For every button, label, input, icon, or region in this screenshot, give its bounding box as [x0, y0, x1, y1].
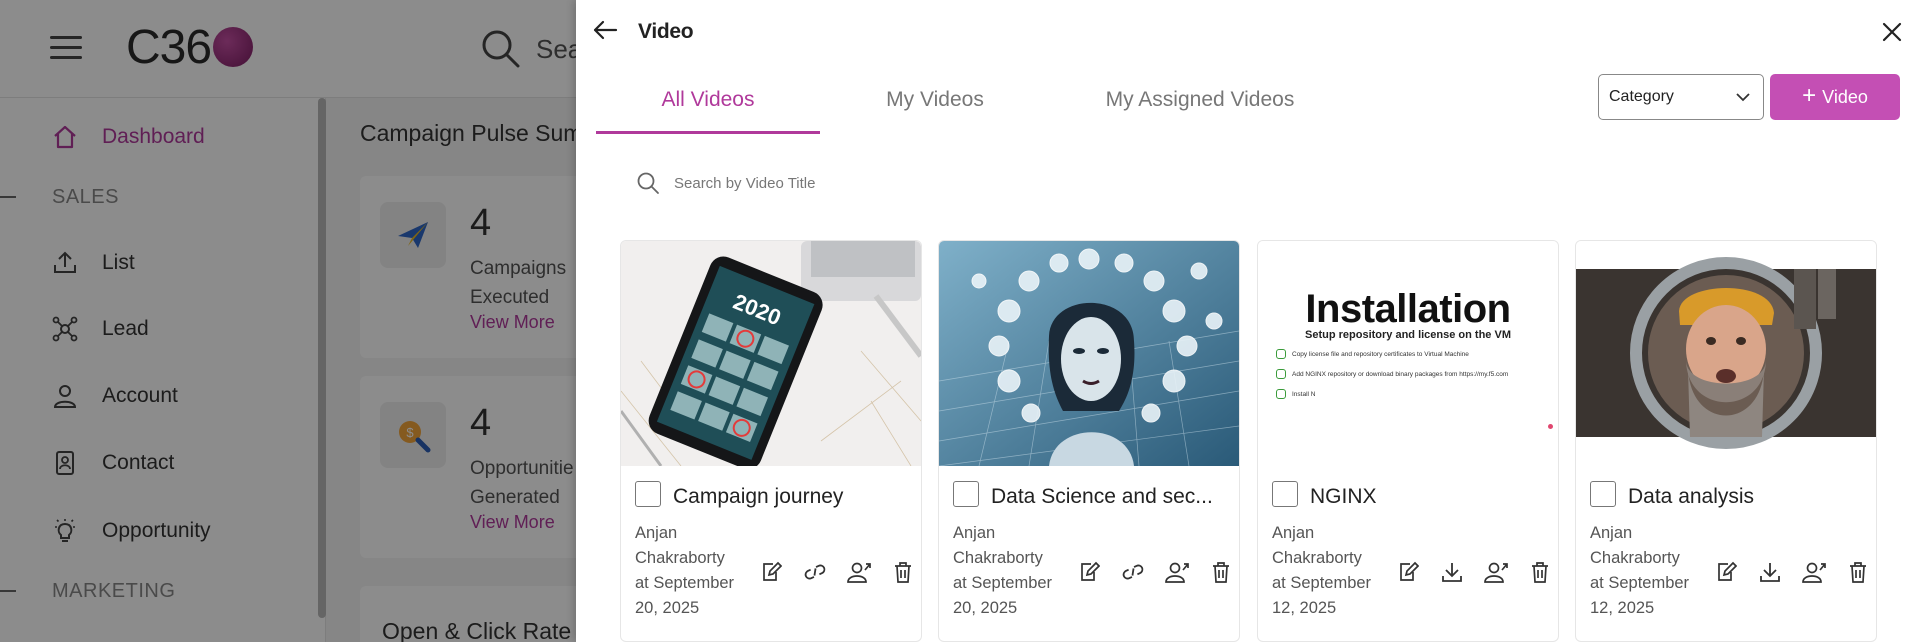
- assign-user-icon[interactable]: [1792, 559, 1836, 585]
- edit-icon[interactable]: [1386, 559, 1430, 585]
- category-select[interactable]: Category: [1598, 74, 1764, 120]
- video-select-checkbox[interactable]: [1272, 481, 1298, 507]
- slide-subtitle: Setup repository and license on the VM: [1305, 329, 1511, 341]
- video-search-input[interactable]: [674, 174, 1074, 192]
- slide-step: Install N: [1292, 391, 1316, 398]
- download-icon[interactable]: [1748, 559, 1792, 585]
- add-video-label: Video: [1822, 86, 1868, 107]
- delete-icon[interactable]: [1518, 559, 1558, 585]
- video-search: [636, 168, 1136, 198]
- video-select-checkbox[interactable]: [1590, 481, 1616, 507]
- modal-backdrop[interactable]: [0, 0, 576, 642]
- video-select-checkbox[interactable]: [953, 481, 979, 507]
- step-icon: [1276, 349, 1286, 359]
- tab-my-videos[interactable]: My Videos: [820, 78, 1050, 134]
- video-meta: Anjan Chakraborty at September 20, 2025: [953, 524, 1053, 617]
- slide-step: Add NGINX repository or download binary …: [1292, 371, 1509, 378]
- video-drawer: Video All Videos My Videos My Assigned V…: [576, 0, 1920, 642]
- add-video-button[interactable]: + Video: [1770, 74, 1900, 120]
- video-grid: 2020 Campaign journey Anjan Chakraborty …: [620, 240, 1880, 642]
- video-actions: [1067, 559, 1239, 585]
- video-thumbnail[interactable]: [1576, 241, 1876, 466]
- video-card[interactable]: 2020 Campaign journey Anjan Chakraborty …: [620, 240, 922, 642]
- slide-dot: [1548, 424, 1553, 429]
- video-actions: [749, 559, 921, 585]
- slide-title: Installation: [1305, 287, 1511, 331]
- step-icon: [1276, 369, 1286, 379]
- video-meta: Anjan Chakraborty at September 20, 2025: [635, 524, 735, 617]
- step-icon: [1276, 389, 1286, 399]
- download-icon[interactable]: [1430, 559, 1474, 585]
- link-icon[interactable]: [1111, 559, 1155, 585]
- install-slide: Installation Setup repository and licens…: [1258, 241, 1558, 466]
- video-tabs: All Videos My Videos My Assigned Videos: [596, 78, 1350, 134]
- link-icon[interactable]: [793, 559, 837, 585]
- video-title[interactable]: Data Science and sec...: [991, 485, 1227, 509]
- search-icon: [637, 172, 659, 194]
- video-title[interactable]: Campaign journey: [673, 485, 909, 509]
- assign-user-icon[interactable]: [837, 559, 881, 585]
- video-card[interactable]: Installation Setup repository and licens…: [1257, 240, 1559, 642]
- slide-step: Copy license file and repository certifi…: [1292, 351, 1469, 358]
- plus-icon: +: [1802, 82, 1817, 109]
- edit-icon[interactable]: [1704, 559, 1748, 585]
- video-thumbnail[interactable]: 2020: [621, 241, 921, 466]
- video-meta: Anjan Chakraborty at September 12, 2025: [1272, 524, 1372, 617]
- video-title[interactable]: Data analysis: [1628, 485, 1864, 509]
- video-select-checkbox[interactable]: [635, 481, 661, 507]
- video-thumbnail[interactable]: Installation Setup repository and licens…: [1258, 241, 1558, 466]
- category-select-value: Category: [1609, 88, 1674, 105]
- chevron-down-icon: [1736, 93, 1750, 102]
- delete-icon[interactable]: [1199, 559, 1239, 585]
- video-meta: Anjan Chakraborty at September 12, 2025: [1590, 524, 1690, 617]
- assign-user-icon[interactable]: [1155, 559, 1199, 585]
- video-card[interactable]: Data Science and sec... Anjan Chakrabort…: [938, 240, 1240, 642]
- edit-icon[interactable]: [1067, 559, 1111, 585]
- video-actions: [1386, 559, 1558, 585]
- video-title[interactable]: NGINX: [1310, 485, 1546, 509]
- close-icon[interactable]: [1880, 20, 1904, 44]
- video-thumbnail[interactable]: [939, 241, 1239, 466]
- video-card[interactable]: Data analysis Anjan Chakraborty at Septe…: [1575, 240, 1877, 642]
- delete-icon[interactable]: [881, 559, 921, 585]
- delete-icon[interactable]: [1836, 559, 1876, 585]
- drawer-title: Video: [638, 20, 694, 43]
- tab-all-videos[interactable]: All Videos: [596, 78, 820, 134]
- assign-user-icon[interactable]: [1474, 559, 1518, 585]
- edit-icon[interactable]: [749, 559, 793, 585]
- video-actions: [1704, 559, 1876, 585]
- back-arrow-icon[interactable]: [592, 18, 618, 42]
- tab-my-assigned-videos[interactable]: My Assigned Videos: [1050, 78, 1350, 134]
